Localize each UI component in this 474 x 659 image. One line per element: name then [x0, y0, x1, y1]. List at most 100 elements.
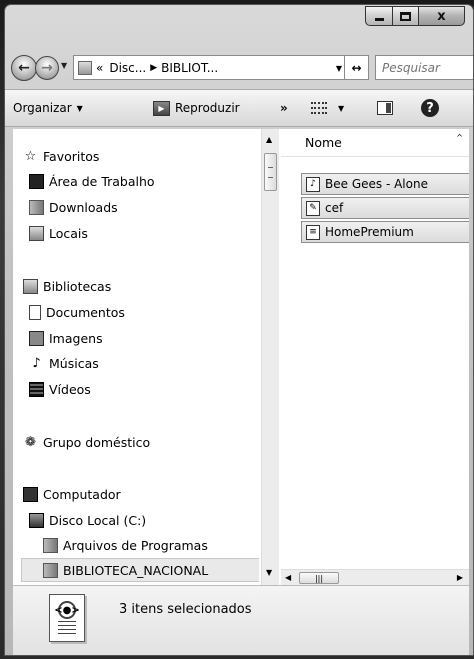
column-header-name[interactable]: Nome ^ [281, 129, 469, 157]
nav-item-documents[interactable]: Documentos [29, 300, 125, 324]
music-note-icon: ♪ [32, 355, 41, 371]
selection-status: 3 itens selecionados [119, 602, 252, 617]
sort-ascending-icon: ^ [456, 133, 463, 142]
nav-item-homegroup[interactable]: ❁ Grupo doméstico [23, 430, 150, 454]
play-icon: ▶ [153, 100, 170, 116]
nav-label: Locais [49, 225, 88, 241]
details-pane: <●> 3 itens selecionados [13, 585, 469, 655]
nav-item-local-disk[interactable]: Disco Local (C:) [29, 508, 146, 532]
downloads-folder-icon [29, 199, 44, 215]
column-label: Nome [305, 135, 342, 150]
folder-icon [43, 562, 58, 578]
file-row[interactable]: ≡ HomePremium [301, 221, 469, 243]
nav-label: Músicas [49, 355, 99, 371]
scroll-right-icon[interactable]: ▶ [457, 573, 463, 582]
nav-label: Grupo doméstico [43, 434, 151, 450]
folder-icon [78, 60, 92, 75]
audio-file-icon: ♪ [306, 176, 320, 192]
nav-item-downloads[interactable]: Downloads [29, 195, 118, 219]
search-input[interactable] [382, 60, 473, 75]
organize-label: Organizar [13, 101, 72, 115]
computer-icon [23, 486, 38, 502]
more-commands-button[interactable]: » [280, 101, 288, 115]
navigation-row: ← → ▼ « Disc... ▶ BIBLIOT... ▼ ↔ [5, 51, 473, 81]
scrollbar-thumb[interactable] [264, 153, 277, 191]
nav-label: BIBLIOTECA_NACIONAL [63, 562, 209, 578]
address-bar[interactable]: « Disc... ▶ BIBLIOT... ▼ ↔ [73, 55, 369, 80]
scroll-left-icon[interactable]: ◀ [285, 573, 291, 582]
nav-item-pictures[interactable]: Imagens [29, 326, 103, 350]
change-view-button[interactable]: ▼ [311, 102, 344, 114]
breadcrumb-overflow[interactable]: « [96, 61, 103, 75]
caption-buttons: x [365, 6, 465, 26]
forward-arrow-icon: → [41, 60, 53, 76]
file-list-horizontal-scrollbar[interactable]: ◀ ||| ▶ [281, 569, 469, 585]
nav-label: Bibliotecas [43, 278, 112, 294]
recent-places-icon [29, 225, 44, 241]
refresh-icon[interactable]: ↔ [344, 55, 368, 80]
file-row[interactable]: ✎ cef [301, 197, 469, 219]
search-box[interactable] [375, 55, 473, 80]
nav-label: Disco Local (C:) [49, 512, 147, 528]
command-bar: Organizar ▼ ▶ Reproduzir » ▼ ? [5, 89, 473, 127]
pictures-icon [29, 330, 44, 346]
file-name: HomePremium [325, 225, 414, 239]
nav-label: Favoritos [43, 148, 100, 164]
nav-label: Arquivos de Programas [63, 537, 208, 553]
nav-item-biblioteca-nacional[interactable]: BIBLIOTECA_NACIONAL [21, 558, 259, 582]
pdf-file-icon: ✎ [306, 200, 320, 216]
text-file-icon: ≡ [306, 224, 320, 240]
file-list: Nome ^ ♪ Bee Gees - Alone ✎ cef ≡ HomePremi… [281, 129, 469, 585]
breadcrumb-item-biblioteca[interactable]: BIBLIOT... [161, 61, 218, 75]
breadcrumb-separator-icon[interactable]: ▶ [150, 63, 157, 73]
play-button[interactable]: ▶ Reproduzir [153, 100, 240, 116]
close-button[interactable]: x [419, 6, 465, 26]
libraries-icon [23, 278, 38, 294]
nav-item-libraries[interactable]: Bibliotecas [23, 274, 111, 298]
homegroup-icon: ❁ [25, 434, 36, 450]
organize-button[interactable]: Organizar ▼ [13, 101, 83, 115]
maximize-button[interactable] [393, 6, 419, 26]
navigation-pane[interactable]: ☆ Favoritos Área de Trabalho Downloads Lo… [13, 129, 259, 585]
content-area: ☆ Favoritos Área de Trabalho Downloads Lo… [13, 129, 469, 585]
breadcrumb-item-disc[interactable]: Disc... [109, 61, 146, 75]
navigation-scrollbar[interactable]: ▲ ▼ [261, 129, 279, 585]
nav-item-music[interactable]: ♪ Músicas [29, 351, 99, 375]
nav-label: Downloads [49, 199, 118, 215]
nav-label: Área de Trabalho [49, 173, 155, 189]
file-row[interactable]: ♪ Bee Gees - Alone [301, 173, 469, 195]
forward-button[interactable]: → [35, 56, 59, 80]
nav-label: Computador [43, 486, 121, 502]
nav-label: Vídeos [49, 381, 91, 397]
file-name: cef [325, 201, 344, 215]
address-dropdown-icon[interactable]: ▼ [336, 64, 342, 73]
nav-label: Documentos [46, 304, 125, 320]
back-button[interactable]: ← [11, 55, 37, 81]
close-icon: x [437, 8, 446, 24]
video-film-icon [29, 381, 44, 397]
documents-icon [29, 304, 41, 320]
file-name: Bee Gees - Alone [325, 177, 428, 191]
chevron-down-icon: ▼ [76, 103, 83, 113]
play-label: Reproduzir [175, 101, 240, 115]
folder-icon [43, 537, 58, 553]
view-list-icon [311, 102, 327, 114]
nav-item-desktop[interactable]: Área de Trabalho [29, 169, 155, 193]
scrollbar-thumb[interactable]: ||| [299, 572, 339, 584]
nav-item-recent-places[interactable]: Locais [29, 221, 88, 245]
help-icon[interactable]: ? [421, 99, 439, 117]
minimize-icon [374, 17, 384, 21]
multiple-files-icon: <●> [49, 594, 85, 642]
minimize-button[interactable] [365, 6, 393, 26]
nav-item-videos[interactable]: Vídeos [29, 377, 91, 401]
nav-item-program-files[interactable]: Arquivos de Programas [43, 533, 208, 557]
chevron-down-icon: ▼ [338, 103, 345, 113]
back-arrow-icon: ← [18, 60, 30, 76]
nav-item-computer[interactable]: Computador [23, 482, 121, 506]
scroll-down-icon[interactable]: ▼ [266, 568, 272, 577]
scroll-up-icon[interactable]: ▲ [266, 135, 272, 144]
recent-pages-dropdown-icon[interactable]: ▼ [61, 61, 67, 70]
preview-pane-button[interactable] [377, 101, 393, 115]
hard-drive-icon [29, 512, 44, 528]
nav-item-favorites[interactable]: ☆ Favoritos [23, 144, 100, 168]
